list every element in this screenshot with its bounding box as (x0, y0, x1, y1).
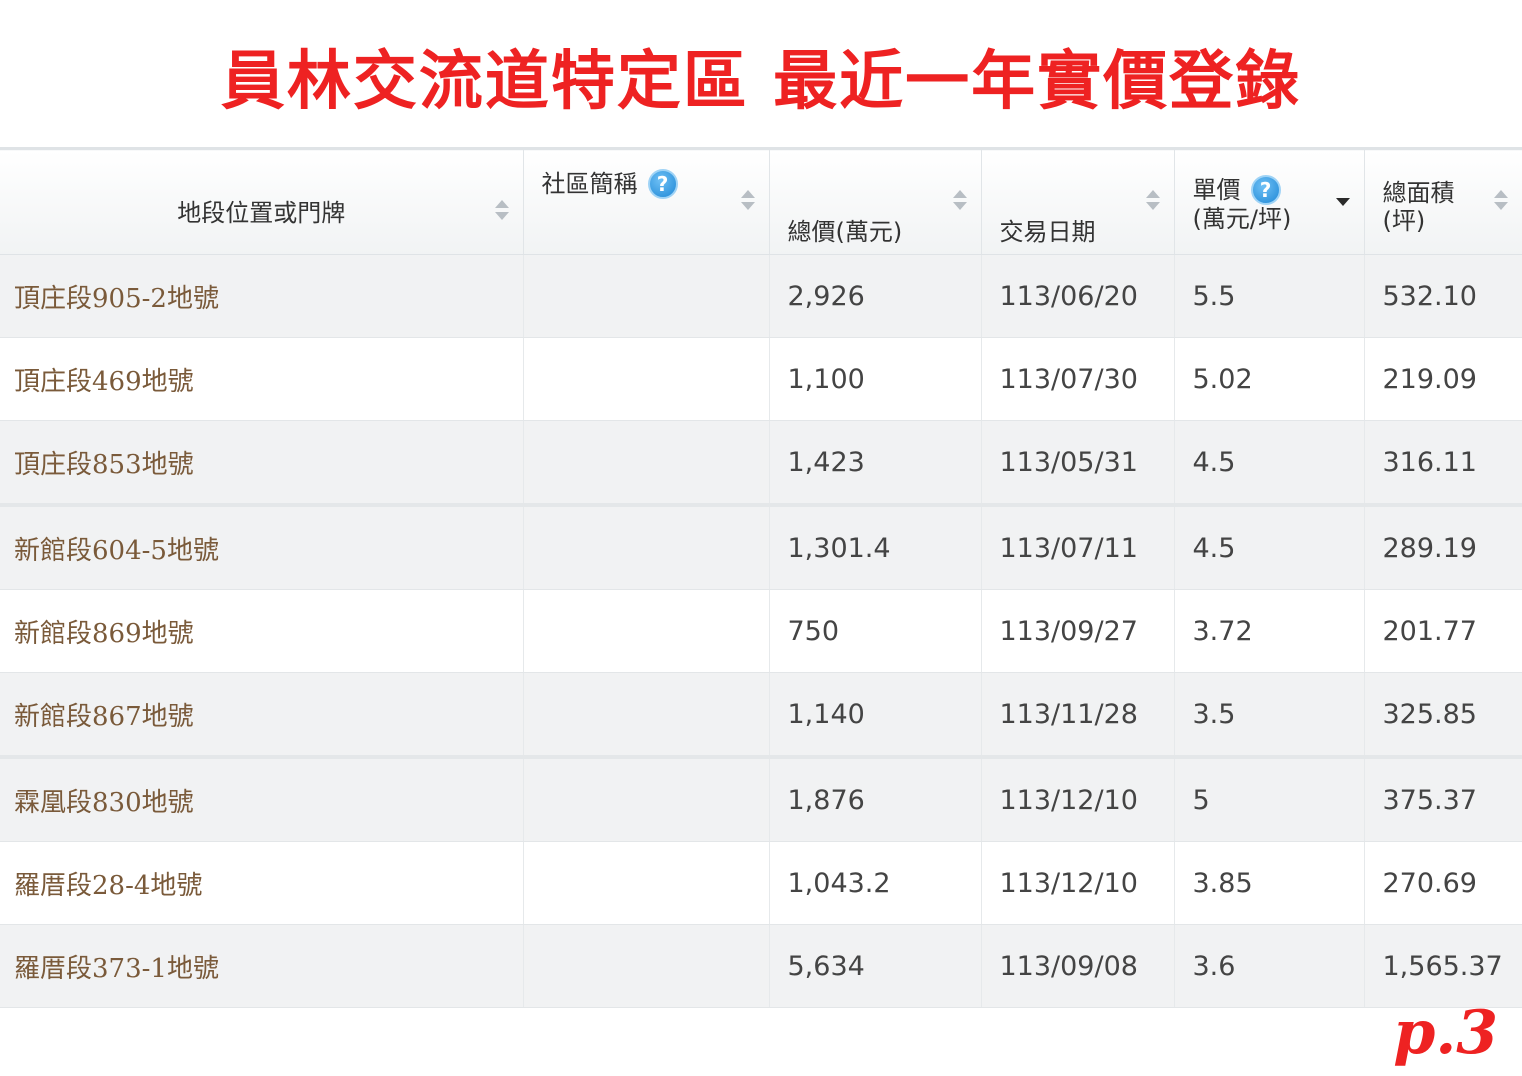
cell-total-price: 1,876 (768, 755, 981, 842)
table-row[interactable]: 新館段869地號 750 113/09/27 3.72 201.77 (0, 589, 1522, 673)
cell-date: 113/05/31 (980, 420, 1174, 506)
cell-unit-price: 5 (1173, 755, 1364, 842)
cell-location: 霖凰段830地號 (0, 755, 523, 842)
table-row[interactable]: 霖凰段830地號 1,876 113/12/10 5 375.37 (0, 755, 1522, 842)
column-header-sublabel: (萬元/坪) (1192, 205, 1292, 233)
cell-date: 113/07/11 (980, 503, 1174, 590)
cell-area: 532.10 (1363, 254, 1522, 338)
cell-community (522, 420, 769, 506)
cell-unit-price: 4.5 (1173, 503, 1364, 590)
table-row[interactable]: 羅厝段28-4地號 1,043.2 113/12/10 3.85 270.69 (0, 841, 1522, 925)
column-header-date[interactable]: 交易日期 (980, 147, 1174, 255)
cell-unit-price: 3.85 (1173, 841, 1364, 925)
table-row[interactable]: 頂庄段853地號 1,423 113/05/31 4.5 316.11 (0, 420, 1522, 506)
cell-area: 316.11 (1363, 420, 1522, 506)
cell-unit-price: 5.02 (1173, 337, 1364, 421)
help-icon[interactable]: ? (1250, 175, 1281, 205)
cell-community (522, 337, 769, 421)
cell-community (522, 589, 769, 673)
sort-icon[interactable] (952, 188, 967, 214)
cell-area: 1,565.37 (1363, 924, 1522, 1008)
sort-descending-icon[interactable] (1335, 188, 1350, 214)
transaction-table: 地段位置或門牌 社區簡稱 ? 總價(萬元) 交易日期 單價 ? (萬元/坪) 總… (0, 147, 1522, 1008)
cell-total-price: 1,100 (768, 337, 981, 421)
cell-date: 113/11/28 (980, 672, 1174, 758)
cell-area: 289.19 (1363, 503, 1522, 590)
cell-date: 113/09/08 (980, 924, 1174, 1008)
column-header-label: 單價 (1192, 176, 1241, 204)
cell-location: 頂庄段469地號 (0, 337, 523, 421)
cell-community (522, 755, 769, 842)
column-header-location[interactable]: 地段位置或門牌 (0, 147, 523, 255)
table-row[interactable]: 頂庄段469地號 1,100 113/07/30 5.02 219.09 (0, 337, 1522, 421)
cell-location: 新館段867地號 (0, 672, 523, 758)
cell-community (522, 503, 769, 590)
cell-unit-price: 3.72 (1173, 589, 1364, 673)
column-header-total-price[interactable]: 總價(萬元) (768, 147, 981, 255)
cell-total-price: 1,140 (768, 672, 981, 758)
page-number: p.3 (1393, 998, 1498, 1068)
column-header-unit-price[interactable]: 單價 ? (萬元/坪) (1173, 147, 1364, 255)
sort-icon[interactable] (740, 188, 755, 214)
cell-location: 新館段869地號 (0, 589, 523, 673)
cell-total-price: 1,301.4 (768, 503, 981, 590)
cell-location: 頂庄段853地號 (0, 420, 523, 506)
sort-icon[interactable] (1494, 188, 1508, 214)
column-header-sublabel: (坪) (1382, 207, 1426, 235)
cell-area: 201.77 (1363, 589, 1522, 673)
cell-community (522, 672, 769, 758)
cell-location: 羅厝段373-1地號 (0, 924, 523, 1008)
page-title: 員林交流道特定區 最近一年實價登錄 (220, 45, 1302, 119)
column-header-area[interactable]: 總面積 (坪) (1363, 147, 1522, 255)
cell-date: 113/12/10 (980, 841, 1174, 925)
table-row[interactable]: 頂庄段905-2地號 2,926 113/06/20 5.5 532.10 (0, 254, 1522, 338)
column-header-label: 總價(萬元) (787, 218, 903, 246)
table-row[interactable]: 羅厝段373-1地號 5,634 113/09/08 3.6 1,565.37 (0, 924, 1522, 1008)
cell-unit-price: 5.5 (1173, 254, 1364, 338)
cell-location: 頂庄段905-2地號 (0, 254, 523, 338)
cell-total-price: 2,926 (768, 254, 981, 338)
cell-total-price: 1,043.2 (768, 841, 981, 925)
cell-community (522, 841, 769, 925)
cell-total-price: 5,634 (768, 924, 981, 1008)
cell-total-price: 1,423 (768, 420, 981, 506)
cell-date: 113/07/30 (980, 337, 1174, 421)
cell-date: 113/12/10 (980, 755, 1174, 842)
column-header-label: 社區簡稱 (541, 170, 638, 198)
table-row[interactable]: 新館段867地號 1,140 113/11/28 3.5 325.85 (0, 672, 1522, 758)
cell-area: 375.37 (1363, 755, 1522, 842)
column-header-label: 交易日期 (999, 218, 1096, 246)
column-header-label: 總面積 (1382, 179, 1455, 207)
cell-area: 270.69 (1363, 841, 1522, 925)
table-header-row: 地段位置或門牌 社區簡稱 ? 總價(萬元) 交易日期 單價 ? (萬元/坪) 總… (0, 147, 1522, 255)
cell-unit-price: 4.5 (1173, 420, 1364, 506)
column-header-label: 地段位置或門牌 (177, 199, 346, 227)
cell-location: 羅厝段28-4地號 (0, 841, 523, 925)
help-icon[interactable]: ? (647, 169, 678, 199)
cell-date: 113/09/27 (980, 589, 1174, 673)
table-row[interactable]: 新館段604-5地號 1,301.4 113/07/11 4.5 289.19 (0, 503, 1522, 590)
cell-community (522, 924, 769, 1008)
sort-icon[interactable] (494, 198, 509, 224)
cell-date: 113/06/20 (980, 254, 1174, 338)
cell-total-price: 750 (768, 589, 981, 673)
cell-area: 219.09 (1363, 337, 1522, 421)
column-header-community[interactable]: 社區簡稱 ? (522, 147, 769, 255)
cell-location: 新館段604-5地號 (0, 503, 523, 590)
sort-icon[interactable] (1145, 188, 1160, 214)
cell-unit-price: 3.5 (1173, 672, 1364, 758)
cell-area: 325.85 (1363, 672, 1522, 758)
cell-unit-price: 3.6 (1173, 924, 1364, 1008)
